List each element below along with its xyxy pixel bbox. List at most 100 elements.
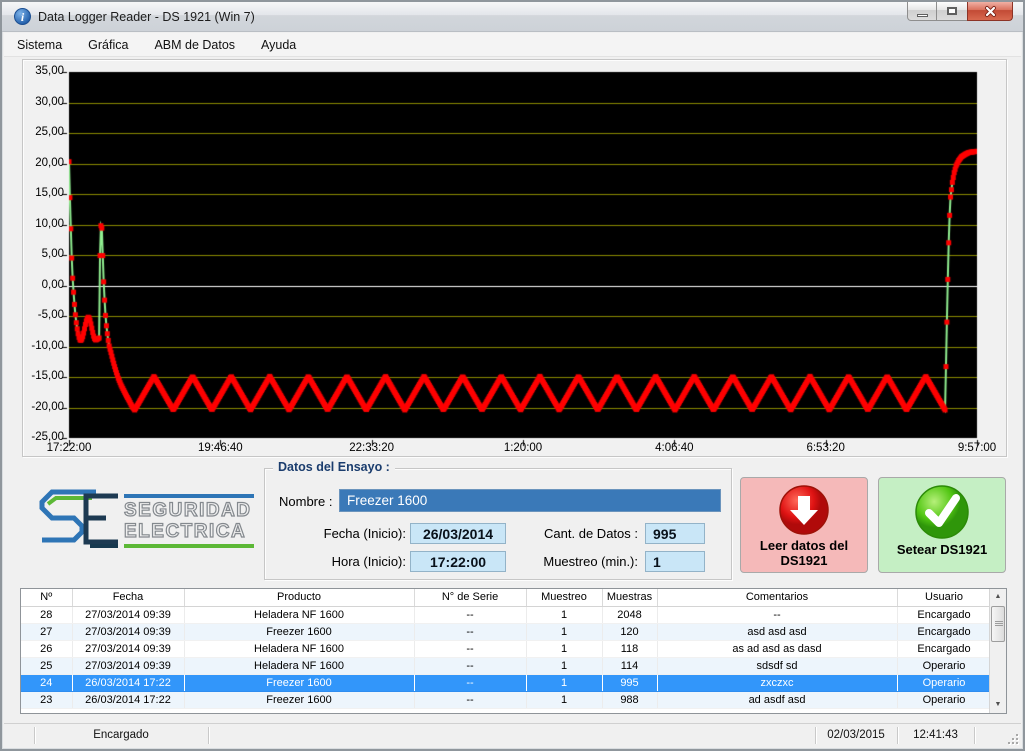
temperature-chart: [23, 60, 1006, 456]
logo-text: SEGURIDAD ELECTRICA: [124, 494, 254, 548]
x-axis-label: 17:22:00: [29, 442, 109, 454]
table-row[interactable]: 2326/03/2014 17:22Freezer 1600--1988ad a…: [21, 691, 989, 708]
column-header[interactable]: Muestras: [602, 589, 657, 606]
column-header[interactable]: N° de Serie: [414, 589, 526, 606]
status-date: 02/03/2015: [815, 724, 897, 747]
table-cell: 27/03/2014 09:39: [72, 640, 184, 657]
thumb-grip: [995, 621, 1003, 622]
table-cell: --: [414, 623, 526, 640]
logo-word-electrica: ELECTRICA: [124, 521, 254, 542]
scroll-up-icon[interactable]: ▲: [990, 589, 1006, 605]
hora-inicio-field[interactable]: [410, 551, 506, 572]
table-cell: Operario: [897, 674, 989, 691]
fecha-inicio-field[interactable]: [410, 523, 506, 544]
table-cell: --: [414, 640, 526, 657]
maximize-button[interactable]: [937, 2, 967, 21]
table-cell: Heladera NF 1600: [184, 606, 414, 623]
table-scrollbar[interactable]: ▲ ▼: [989, 589, 1006, 713]
table-cell: ad asdf asd: [657, 691, 897, 708]
table-cell: Freezer 1600: [184, 674, 414, 691]
leer-datos-button[interactable]: Leer datos del DS1921: [740, 477, 868, 573]
table-cell: 114: [602, 657, 657, 674]
table-cell: 120: [602, 623, 657, 640]
table-cell: 27/03/2014 09:39: [72, 657, 184, 674]
table-row[interactable]: 2426/03/2014 17:22Freezer 1600--1995zxcz…: [21, 674, 989, 691]
muestreo-field[interactable]: [645, 551, 705, 572]
table-cell: Encargado: [897, 606, 989, 623]
table-cell: 2048: [602, 606, 657, 623]
y-axis-label: 25,00: [23, 126, 64, 138]
scrollbar-thumb[interactable]: [991, 606, 1005, 642]
y-axis-label: 0,00: [23, 279, 64, 291]
status-separator: [208, 727, 210, 744]
menu-item-gr-fica[interactable]: Gráfica: [75, 33, 141, 57]
table-header-row: NºFechaProductoN° de SerieMuestreoMuestr…: [21, 589, 989, 606]
title-bar[interactable]: i Data Logger Reader - DS 1921 (Win 7): [2, 2, 1023, 32]
table-cell: --: [414, 657, 526, 674]
y-axis-label: 10,00: [23, 218, 64, 230]
y-axis-label: 35,00: [23, 65, 64, 77]
table-cell: 28: [21, 606, 72, 623]
cant-datos-label: Cant. de Datos :: [533, 526, 638, 541]
table-cell: Operario: [897, 691, 989, 708]
menu-item-ayuda[interactable]: Ayuda: [248, 33, 309, 57]
nombre-input[interactable]: [339, 489, 721, 512]
table-cell: 26/03/2014 17:22: [72, 691, 184, 708]
column-header[interactable]: Usuario: [897, 589, 989, 606]
menu-item-abm-de-datos[interactable]: ABM de Datos: [141, 33, 248, 57]
column-header[interactable]: Muestreo: [526, 589, 602, 606]
table-cell: 27/03/2014 09:39: [72, 606, 184, 623]
cant-datos-field[interactable]: [645, 523, 705, 544]
table-cell: Operario: [897, 657, 989, 674]
y-axis-label: 30,00: [23, 96, 64, 108]
table-cell: Encargado: [897, 623, 989, 640]
table-cell: asd asd asd: [657, 623, 897, 640]
table-cell: sdsdf sd: [657, 657, 897, 674]
group-title: Datos del Ensayo :: [273, 460, 395, 474]
scroll-down-icon[interactable]: ▼: [990, 697, 1006, 713]
check-icon: [914, 484, 970, 540]
table-cell: zxczxc: [657, 674, 897, 691]
table-cell: Encargado: [897, 640, 989, 657]
table-row[interactable]: 2627/03/2014 09:39Heladera NF 1600--1118…: [21, 640, 989, 657]
column-header[interactable]: Comentarios: [657, 589, 897, 606]
datos-del-ensayo-group: Datos del Ensayo : Nombre : Fecha (Inici…: [264, 468, 732, 580]
x-axis-label: 6:53:20: [786, 442, 866, 454]
resize-grip[interactable]: [1006, 732, 1018, 744]
x-axis-label: 1:20:00: [483, 442, 563, 454]
setear-button[interactable]: Setear DS1921: [878, 477, 1006, 573]
table-cell: 26/03/2014 17:22: [72, 674, 184, 691]
y-axis-label: -15,00: [23, 370, 64, 382]
records-grid: NºFechaProductoN° de SerieMuestreoMuestr…: [21, 589, 989, 713]
chart-panel: 35,0030,0025,0020,0015,0010,005,000,00-5…: [22, 59, 1007, 457]
column-header[interactable]: Fecha: [72, 589, 184, 606]
y-axis-label: -10,00: [23, 340, 64, 352]
x-axis-label: 22:33:20: [332, 442, 412, 454]
menu-item-sistema[interactable]: Sistema: [4, 33, 75, 57]
table-cell: 995: [602, 674, 657, 691]
table-row[interactable]: 2727/03/2014 09:39Freezer 1600--1120asd …: [21, 623, 989, 640]
close-button[interactable]: [967, 2, 1013, 21]
maximize-icon: [947, 7, 957, 15]
app-info-icon: i: [14, 8, 31, 25]
status-user: Encargado: [34, 724, 208, 747]
table-cell: Freezer 1600: [184, 623, 414, 640]
table-cell: --: [414, 606, 526, 623]
logo-blue-bar: [124, 494, 254, 498]
y-axis-label: 15,00: [23, 187, 64, 199]
download-arrow-icon: [778, 484, 830, 536]
table-row[interactable]: 2527/03/2014 09:39Heladera NF 1600--1114…: [21, 657, 989, 674]
window-controls: [907, 2, 1013, 21]
column-header[interactable]: Nº: [21, 589, 72, 606]
table-cell: 1: [526, 691, 602, 708]
table-cell: 25: [21, 657, 72, 674]
column-header[interactable]: Producto: [184, 589, 414, 606]
leer-datos-label-line2: DS1921: [781, 553, 828, 568]
table-cell: as ad asd as dasd: [657, 640, 897, 657]
company-logo: SEGURIDAD ELECTRICA: [28, 482, 256, 568]
nombre-label: Nombre :: [279, 494, 332, 509]
table-row[interactable]: 2827/03/2014 09:39Heladera NF 1600--1204…: [21, 606, 989, 623]
minimize-button[interactable]: [907, 2, 937, 21]
y-axis-label: -5,00: [23, 309, 64, 321]
table-cell: 1: [526, 623, 602, 640]
